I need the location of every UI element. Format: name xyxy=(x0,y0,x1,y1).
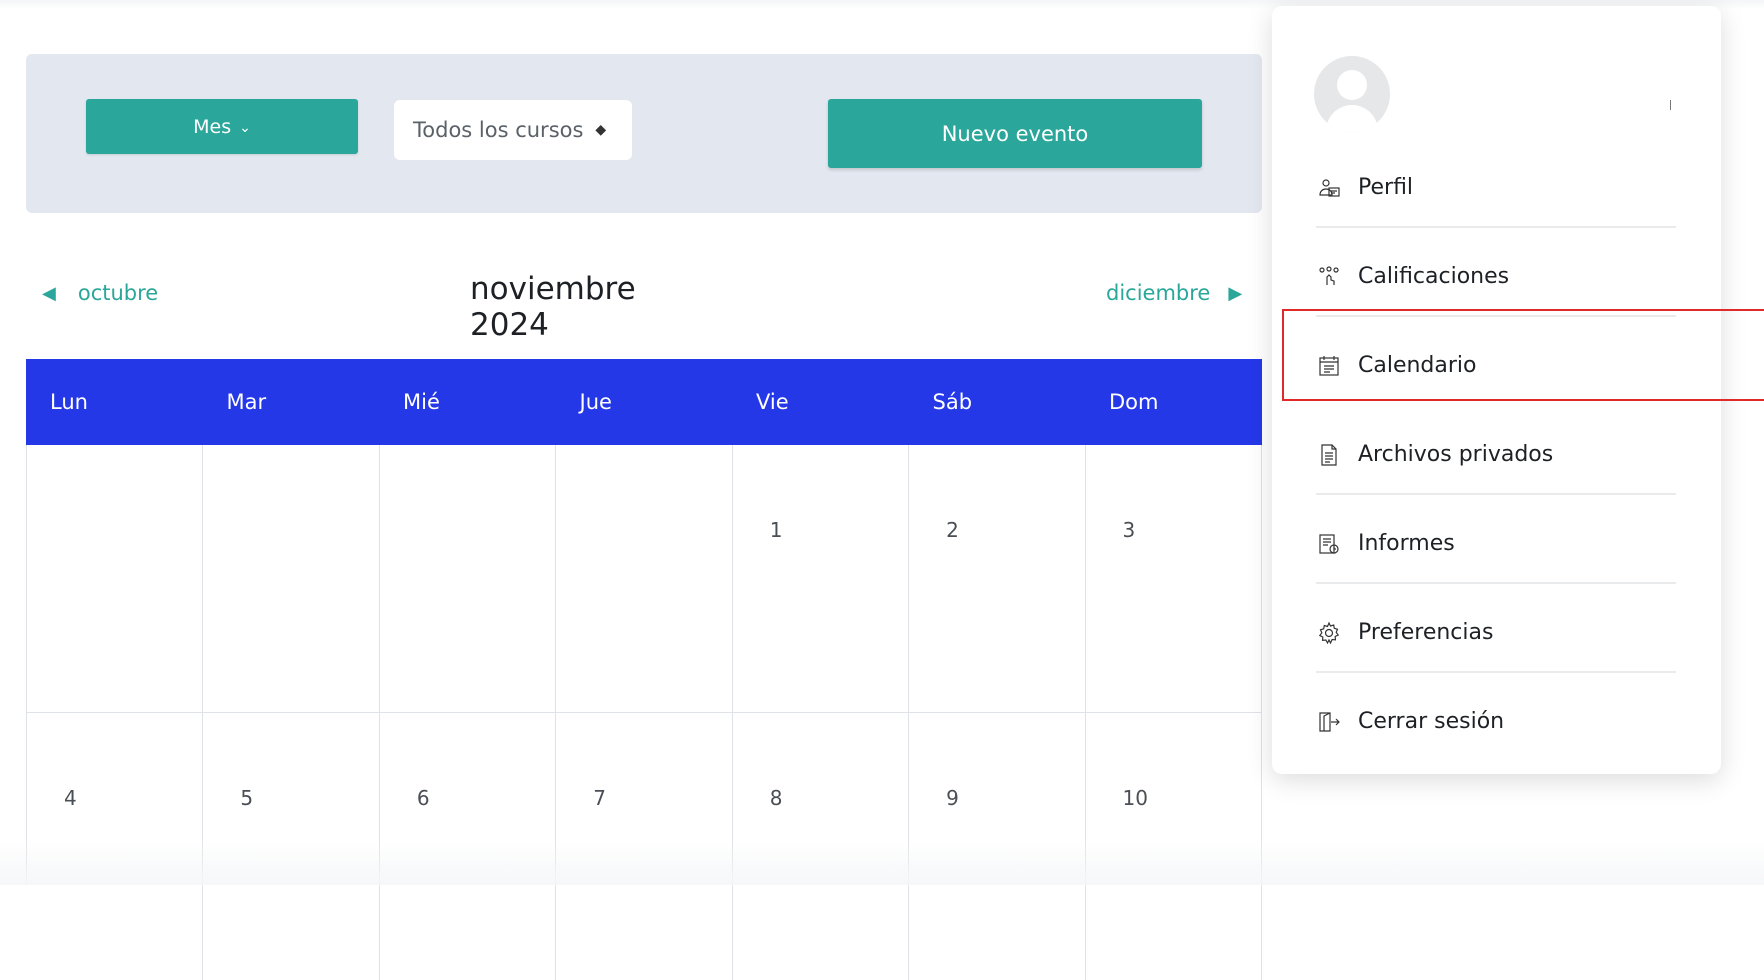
previous-month-label: octubre xyxy=(77,281,159,305)
next-month-label: diciembre xyxy=(1106,281,1211,305)
arrow-right-icon: ▶ xyxy=(1228,282,1243,304)
weekday-label: Vie xyxy=(756,390,789,414)
menu-item-logout[interactable]: Cerrar sesión xyxy=(1316,677,1676,766)
view-mode-label: Mes xyxy=(193,115,232,138)
calendar-day-cell[interactable]: 8 xyxy=(733,713,910,980)
calendar-day-cell[interactable]: 6 xyxy=(380,713,557,980)
menu-item-label: Archivos privados xyxy=(1358,442,1554,467)
calendar-day-cell[interactable] xyxy=(556,445,733,712)
new-event-button[interactable]: Nuevo evento xyxy=(828,99,1202,168)
arrow-left-icon: ◀ xyxy=(42,282,56,304)
current-month-title: noviembre 2024 xyxy=(470,271,636,343)
menu-item-label: Preferencias xyxy=(1358,620,1494,645)
menu-divider xyxy=(1316,493,1676,495)
file-icon xyxy=(1316,442,1342,468)
calendar-day-cell[interactable] xyxy=(27,445,204,712)
calendar-week-row: 1 2 3 xyxy=(27,445,1262,712)
calendar-day-cell[interactable] xyxy=(380,445,557,712)
calendar-grid: 1 2 3 4 5 6 7 8 9 10 xyxy=(26,445,1262,980)
menu-item-reports[interactable]: Informes xyxy=(1316,499,1676,588)
view-mode-button[interactable]: Mes ⌄ xyxy=(86,99,358,154)
menu-divider xyxy=(1316,226,1676,228)
calendar-day-cell[interactable]: 9 xyxy=(909,713,1086,980)
weekday-label: Jue xyxy=(579,390,612,414)
menu-divider xyxy=(1316,582,1676,584)
calendar-day-cell[interactable]: 4 xyxy=(27,713,204,980)
calendar-day-cell[interactable]: 5 xyxy=(203,713,380,980)
menu-item-label: Perfil xyxy=(1358,175,1414,200)
menu-item-label: Calificaciones xyxy=(1358,264,1510,289)
menu-item-grades[interactable]: Calificaciones xyxy=(1316,232,1676,321)
calendar-day-cell[interactable]: 7 xyxy=(556,713,733,980)
chevron-down-icon: ⌄ xyxy=(239,119,251,136)
course-filter-select[interactable]: Todos los cursos ◆ xyxy=(394,100,632,160)
menu-item-preferences[interactable]: Preferencias xyxy=(1316,588,1676,677)
reports-icon xyxy=(1316,531,1342,557)
menu-item-label: Cerrar sesión xyxy=(1358,709,1505,734)
weekday-label: Lun xyxy=(50,390,88,414)
menu-item-profile[interactable]: Perfil xyxy=(1316,143,1676,232)
next-month-link[interactable]: diciembre ▶ xyxy=(1106,278,1242,308)
calendar-day-cell[interactable]: 10 xyxy=(1086,713,1262,980)
menu-item-label: Informes xyxy=(1358,531,1455,556)
avatar-head xyxy=(1337,70,1367,100)
course-filter-value: Todos los cursos xyxy=(413,118,584,142)
menu-divider xyxy=(1316,671,1676,673)
calendar-day-cell[interactable] xyxy=(203,445,380,712)
logout-icon xyxy=(1316,709,1342,735)
highlight-annotation-box xyxy=(1282,309,1764,401)
weekday-label: Mié xyxy=(403,390,440,414)
menu-item-private-files[interactable]: Archivos privados xyxy=(1316,410,1676,499)
grades-icon xyxy=(1316,264,1342,290)
calendar-day-cell[interactable]: 2 xyxy=(909,445,1086,712)
select-updown-icon: ◆ xyxy=(595,122,607,138)
profile-icon xyxy=(1316,175,1342,201)
calendar-week-row: 4 5 6 7 8 9 10 xyxy=(27,712,1262,980)
calendar-weekday-header: Lun Mar Mié Jue Vie Sáb Dom xyxy=(26,359,1262,445)
weekday-label: Sáb xyxy=(932,390,973,414)
avatar[interactable] xyxy=(1314,56,1390,132)
new-event-label: Nuevo evento xyxy=(941,121,1089,146)
text-cursor xyxy=(1670,100,1671,110)
weekday-label: Dom xyxy=(1109,390,1159,414)
previous-month-link[interactable]: ◀ octubre xyxy=(42,278,158,308)
calendar-day-cell[interactable]: 3 xyxy=(1086,445,1262,712)
calendar-toolbar: Mes ⌄ Todos los cursos ◆ Nuevo evento xyxy=(26,54,1262,213)
calendar-day-cell[interactable]: 1 xyxy=(733,445,910,712)
weekday-label: Mar xyxy=(226,390,267,414)
avatar-body xyxy=(1326,105,1378,132)
gear-icon xyxy=(1316,620,1342,646)
